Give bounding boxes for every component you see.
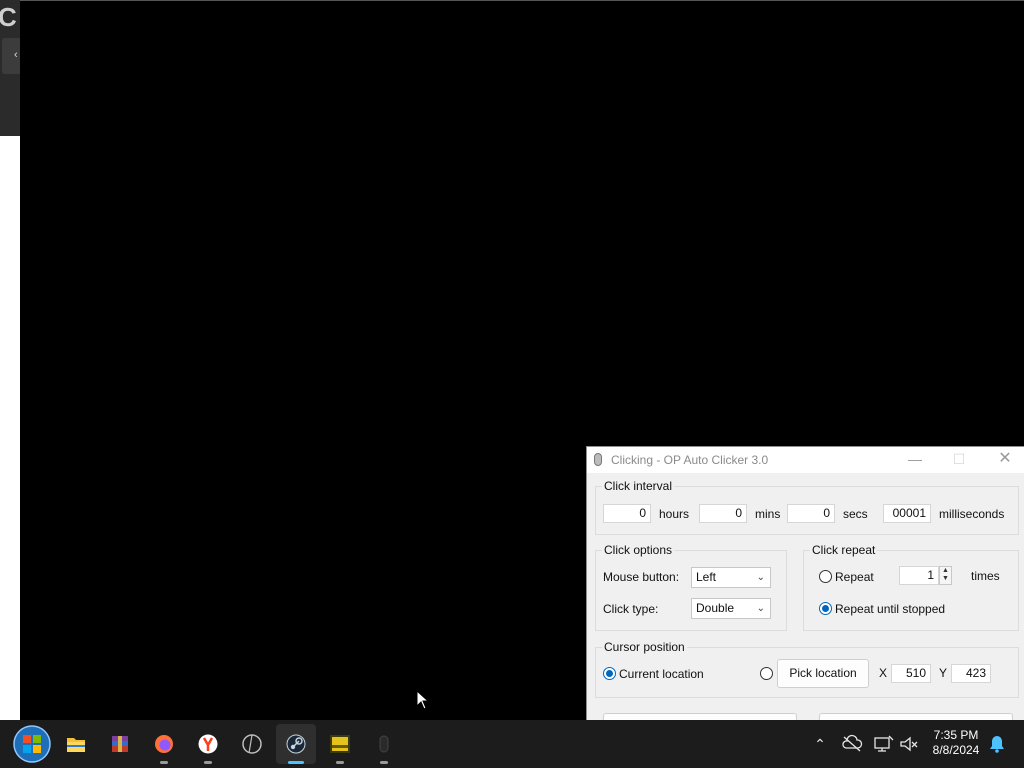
clock-time: 7:35 PM (933, 728, 979, 742)
title-bar[interactable]: Clicking - OP Auto Clicker 3.0 — ☐ ✕ (587, 447, 1024, 473)
repeat-label: Repeat (835, 570, 874, 584)
secs-label: secs (843, 507, 868, 521)
click-type-select[interactable]: Double ⌄ (691, 598, 771, 619)
background-window-edge[interactable]: C ‹ (0, 0, 20, 720)
pick-location-button[interactable]: Pick location (777, 659, 869, 688)
game-app-icon (330, 735, 350, 753)
repeat-count-stepper[interactable]: ▲ ▼ (939, 566, 952, 585)
clock[interactable]: 7:35 PM 8/8/2024 (920, 728, 992, 758)
x-label: X (879, 666, 888, 680)
steam-icon (286, 734, 306, 754)
mouse-button-value: Left (696, 570, 717, 584)
taskbar-winrar[interactable] (100, 724, 140, 764)
close-button[interactable]: ✕ (983, 447, 1024, 473)
milliseconds-label: milliseconds (939, 507, 1005, 521)
start-button[interactable] (603, 713, 797, 720)
repeat-until-stopped-label: Repeat until stopped (835, 602, 946, 616)
clock-date: 8/8/2024 (932, 743, 980, 757)
y-label: Y (939, 666, 948, 680)
winrar-icon (112, 736, 128, 752)
repeat-radio[interactable] (819, 570, 832, 583)
circle-app-icon (242, 734, 262, 754)
mouse-button-select[interactable]: Left ⌄ (691, 567, 771, 588)
taskbar-steam[interactable] (276, 724, 316, 764)
yandex-icon (198, 734, 218, 754)
mouse-pointer-icon (416, 690, 430, 710)
milliseconds-input[interactable]: 00001 (883, 504, 931, 523)
background-tab[interactable]: ‹ (2, 38, 20, 74)
taskbar-file-explorer[interactable] (56, 724, 96, 764)
current-location-radio[interactable] (603, 667, 616, 680)
hours-input[interactable]: 0 (603, 504, 651, 523)
maximize-button[interactable]: ☐ (937, 447, 981, 473)
click-type-label: Click type: (603, 602, 659, 616)
taskbar: ⌃ 7:35 PM 8/8/2024 (0, 720, 1024, 768)
chevron-down-icon: ⌄ (756, 572, 765, 583)
stop-button[interactable] (819, 713, 1013, 720)
running-indicator (380, 761, 388, 764)
taskbar-auto-clicker[interactable] (364, 724, 404, 764)
repeat-count-input[interactable]: 1 (899, 566, 939, 585)
click-repeat-group: Click repeat (803, 543, 1019, 631)
repeat-until-stopped-radio[interactable] (819, 602, 832, 615)
start-button[interactable] (12, 724, 52, 764)
running-indicator (204, 761, 212, 764)
running-indicator (160, 761, 168, 764)
chevron-up-icon[interactable]: ⌃ (809, 732, 831, 756)
background-app-logo: C (0, 2, 17, 32)
y-coordinate-input[interactable]: 423 (951, 664, 991, 683)
current-location-label: Current location (619, 667, 704, 681)
network-icon[interactable] (872, 732, 894, 756)
running-indicator (336, 761, 344, 764)
click-interval-legend: Click interval (604, 479, 673, 493)
click-repeat-legend: Click repeat (812, 543, 876, 557)
windows-orb-icon (13, 725, 51, 763)
taskbar-yandex[interactable] (188, 724, 228, 764)
window-title: Clicking - OP Auto Clicker 3.0 (611, 453, 769, 467)
chevron-down-icon: ⌄ (756, 603, 765, 614)
volume-muted-icon[interactable] (898, 732, 920, 756)
taskbar-circle-app[interactable] (232, 724, 272, 764)
times-label: times (971, 569, 1000, 583)
cursor-position-legend: Cursor position (604, 640, 685, 654)
notification-bell-icon[interactable] (986, 732, 1008, 756)
mouse-button-label: Mouse button: (603, 570, 680, 584)
click-type-value: Double (696, 601, 735, 615)
firefox-icon (155, 735, 173, 753)
taskbar-game-app[interactable] (320, 724, 360, 764)
active-indicator (288, 761, 304, 764)
pick-location-radio[interactable] (760, 667, 773, 680)
minimize-button[interactable]: — (893, 447, 937, 473)
x-coordinate-input[interactable]: 510 (891, 664, 931, 683)
mouse-icon (594, 453, 602, 466)
secs-input[interactable]: 0 (787, 504, 835, 523)
folder-icon (67, 738, 85, 752)
auto-clicker-window[interactable]: Clicking - OP Auto Clicker 3.0 — ☐ ✕ Cli… (586, 446, 1024, 720)
mins-input[interactable]: 0 (699, 504, 747, 523)
click-options-legend: Click options (604, 543, 673, 557)
taskbar-firefox[interactable] (144, 724, 184, 764)
mins-label: mins (755, 507, 781, 521)
hours-label: hours (659, 507, 690, 521)
cloud-off-icon[interactable] (841, 732, 863, 756)
mouse-icon (379, 735, 389, 753)
